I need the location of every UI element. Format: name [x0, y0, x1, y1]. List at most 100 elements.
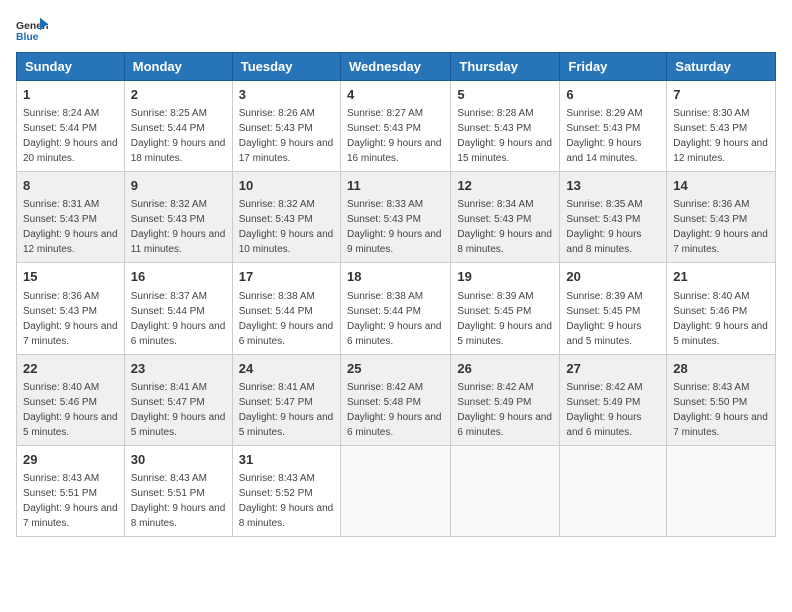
- day-number: 7: [673, 86, 769, 104]
- day-info: Sunrise: 8:43 AM Sunset: 5:51 PM Dayligh…: [131, 473, 226, 529]
- day-number: 20: [566, 268, 660, 286]
- weekday-header: Saturday: [667, 53, 776, 81]
- calendar-cell: 7 Sunrise: 8:30 AM Sunset: 5:43 PM Dayli…: [667, 81, 776, 172]
- calendar-cell: 24 Sunrise: 8:41 AM Sunset: 5:47 PM Dayl…: [232, 354, 340, 445]
- calendar-cell: 3 Sunrise: 8:26 AM Sunset: 5:43 PM Dayli…: [232, 81, 340, 172]
- day-number: 9: [131, 177, 226, 195]
- day-number: 27: [566, 360, 660, 378]
- calendar-week-row: 8 Sunrise: 8:31 AM Sunset: 5:43 PM Dayli…: [17, 172, 776, 263]
- day-number: 24: [239, 360, 334, 378]
- day-info: Sunrise: 8:34 AM Sunset: 5:43 PM Dayligh…: [457, 199, 552, 255]
- day-number: 14: [673, 177, 769, 195]
- calendar-cell: 8 Sunrise: 8:31 AM Sunset: 5:43 PM Dayli…: [17, 172, 125, 263]
- day-info: Sunrise: 8:33 AM Sunset: 5:43 PM Dayligh…: [347, 199, 442, 255]
- calendar-cell: 16 Sunrise: 8:37 AM Sunset: 5:44 PM Dayl…: [124, 263, 232, 354]
- day-info: Sunrise: 8:43 AM Sunset: 5:51 PM Dayligh…: [23, 473, 118, 529]
- day-info: Sunrise: 8:38 AM Sunset: 5:44 PM Dayligh…: [239, 291, 334, 347]
- calendar-cell: 30 Sunrise: 8:43 AM Sunset: 5:51 PM Dayl…: [124, 445, 232, 536]
- day-number: 1: [23, 86, 118, 104]
- day-info: Sunrise: 8:36 AM Sunset: 5:43 PM Dayligh…: [23, 291, 118, 347]
- day-number: 13: [566, 177, 660, 195]
- calendar-cell: 13 Sunrise: 8:35 AM Sunset: 5:43 PM Dayl…: [560, 172, 667, 263]
- calendar-cell: 15 Sunrise: 8:36 AM Sunset: 5:43 PM Dayl…: [17, 263, 125, 354]
- day-number: 26: [457, 360, 553, 378]
- calendar-cell: 22 Sunrise: 8:40 AM Sunset: 5:46 PM Dayl…: [17, 354, 125, 445]
- day-info: Sunrise: 8:24 AM Sunset: 5:44 PM Dayligh…: [23, 108, 118, 164]
- day-number: 18: [347, 268, 444, 286]
- calendar-cell: 10 Sunrise: 8:32 AM Sunset: 5:43 PM Dayl…: [232, 172, 340, 263]
- day-info: Sunrise: 8:28 AM Sunset: 5:43 PM Dayligh…: [457, 108, 552, 164]
- day-info: Sunrise: 8:32 AM Sunset: 5:43 PM Dayligh…: [131, 199, 226, 255]
- calendar-cell: 18 Sunrise: 8:38 AM Sunset: 5:44 PM Dayl…: [340, 263, 450, 354]
- calendar-cell: [667, 445, 776, 536]
- day-info: Sunrise: 8:40 AM Sunset: 5:46 PM Dayligh…: [673, 291, 768, 347]
- day-number: 10: [239, 177, 334, 195]
- day-info: Sunrise: 8:43 AM Sunset: 5:52 PM Dayligh…: [239, 473, 334, 529]
- calendar-cell: 28 Sunrise: 8:43 AM Sunset: 5:50 PM Dayl…: [667, 354, 776, 445]
- day-info: Sunrise: 8:38 AM Sunset: 5:44 PM Dayligh…: [347, 291, 442, 347]
- weekday-header: Tuesday: [232, 53, 340, 81]
- calendar-cell: [451, 445, 560, 536]
- day-number: 12: [457, 177, 553, 195]
- calendar-cell: 20 Sunrise: 8:39 AM Sunset: 5:45 PM Dayl…: [560, 263, 667, 354]
- calendar-cell: 6 Sunrise: 8:29 AM Sunset: 5:43 PM Dayli…: [560, 81, 667, 172]
- day-number: 25: [347, 360, 444, 378]
- day-info: Sunrise: 8:31 AM Sunset: 5:43 PM Dayligh…: [23, 199, 118, 255]
- calendar-cell: 26 Sunrise: 8:42 AM Sunset: 5:49 PM Dayl…: [451, 354, 560, 445]
- weekday-header: Wednesday: [340, 53, 450, 81]
- weekday-header: Sunday: [17, 53, 125, 81]
- calendar-week-row: 22 Sunrise: 8:40 AM Sunset: 5:46 PM Dayl…: [17, 354, 776, 445]
- day-info: Sunrise: 8:43 AM Sunset: 5:50 PM Dayligh…: [673, 382, 768, 438]
- day-number: 23: [131, 360, 226, 378]
- calendar-body: 1 Sunrise: 8:24 AM Sunset: 5:44 PM Dayli…: [17, 81, 776, 537]
- calendar-cell: 27 Sunrise: 8:42 AM Sunset: 5:49 PM Dayl…: [560, 354, 667, 445]
- day-info: Sunrise: 8:37 AM Sunset: 5:44 PM Dayligh…: [131, 291, 226, 347]
- day-number: 15: [23, 268, 118, 286]
- calendar-cell: 5 Sunrise: 8:28 AM Sunset: 5:43 PM Dayli…: [451, 81, 560, 172]
- day-info: Sunrise: 8:26 AM Sunset: 5:43 PM Dayligh…: [239, 108, 334, 164]
- calendar-cell: 29 Sunrise: 8:43 AM Sunset: 5:51 PM Dayl…: [17, 445, 125, 536]
- day-info: Sunrise: 8:41 AM Sunset: 5:47 PM Dayligh…: [131, 382, 226, 438]
- weekday-header: Friday: [560, 53, 667, 81]
- day-number: 28: [673, 360, 769, 378]
- calendar-cell: 25 Sunrise: 8:42 AM Sunset: 5:48 PM Dayl…: [340, 354, 450, 445]
- day-info: Sunrise: 8:36 AM Sunset: 5:43 PM Dayligh…: [673, 199, 768, 255]
- page-header: General Blue: [16, 16, 776, 44]
- calendar-week-row: 1 Sunrise: 8:24 AM Sunset: 5:44 PM Dayli…: [17, 81, 776, 172]
- weekday-header: Thursday: [451, 53, 560, 81]
- svg-text:Blue: Blue: [16, 32, 39, 43]
- calendar-cell: 11 Sunrise: 8:33 AM Sunset: 5:43 PM Dayl…: [340, 172, 450, 263]
- calendar-week-row: 15 Sunrise: 8:36 AM Sunset: 5:43 PM Dayl…: [17, 263, 776, 354]
- day-number: 22: [23, 360, 118, 378]
- calendar-cell: 12 Sunrise: 8:34 AM Sunset: 5:43 PM Dayl…: [451, 172, 560, 263]
- calendar-cell: [340, 445, 450, 536]
- day-number: 6: [566, 86, 660, 104]
- calendar-cell: 19 Sunrise: 8:39 AM Sunset: 5:45 PM Dayl…: [451, 263, 560, 354]
- day-info: Sunrise: 8:42 AM Sunset: 5:49 PM Dayligh…: [457, 382, 552, 438]
- calendar-cell: 17 Sunrise: 8:38 AM Sunset: 5:44 PM Dayl…: [232, 263, 340, 354]
- day-info: Sunrise: 8:35 AM Sunset: 5:43 PM Dayligh…: [566, 199, 642, 255]
- day-info: Sunrise: 8:32 AM Sunset: 5:43 PM Dayligh…: [239, 199, 334, 255]
- day-number: 5: [457, 86, 553, 104]
- calendar-cell: 14 Sunrise: 8:36 AM Sunset: 5:43 PM Dayl…: [667, 172, 776, 263]
- day-info: Sunrise: 8:42 AM Sunset: 5:49 PM Dayligh…: [566, 382, 642, 438]
- day-info: Sunrise: 8:39 AM Sunset: 5:45 PM Dayligh…: [457, 291, 552, 347]
- day-number: 2: [131, 86, 226, 104]
- day-info: Sunrise: 8:30 AM Sunset: 5:43 PM Dayligh…: [673, 108, 768, 164]
- day-number: 8: [23, 177, 118, 195]
- logo-icon: General Blue: [16, 16, 48, 44]
- calendar-week-row: 29 Sunrise: 8:43 AM Sunset: 5:51 PM Dayl…: [17, 445, 776, 536]
- day-number: 11: [347, 177, 444, 195]
- logo: General Blue: [16, 16, 48, 44]
- day-number: 4: [347, 86, 444, 104]
- day-number: 17: [239, 268, 334, 286]
- calendar-cell: 31 Sunrise: 8:43 AM Sunset: 5:52 PM Dayl…: [232, 445, 340, 536]
- day-info: Sunrise: 8:29 AM Sunset: 5:43 PM Dayligh…: [566, 108, 642, 164]
- day-number: 30: [131, 451, 226, 469]
- calendar-cell: 9 Sunrise: 8:32 AM Sunset: 5:43 PM Dayli…: [124, 172, 232, 263]
- day-number: 21: [673, 268, 769, 286]
- calendar-cell: 4 Sunrise: 8:27 AM Sunset: 5:43 PM Dayli…: [340, 81, 450, 172]
- day-info: Sunrise: 8:39 AM Sunset: 5:45 PM Dayligh…: [566, 291, 642, 347]
- day-number: 3: [239, 86, 334, 104]
- day-info: Sunrise: 8:27 AM Sunset: 5:43 PM Dayligh…: [347, 108, 442, 164]
